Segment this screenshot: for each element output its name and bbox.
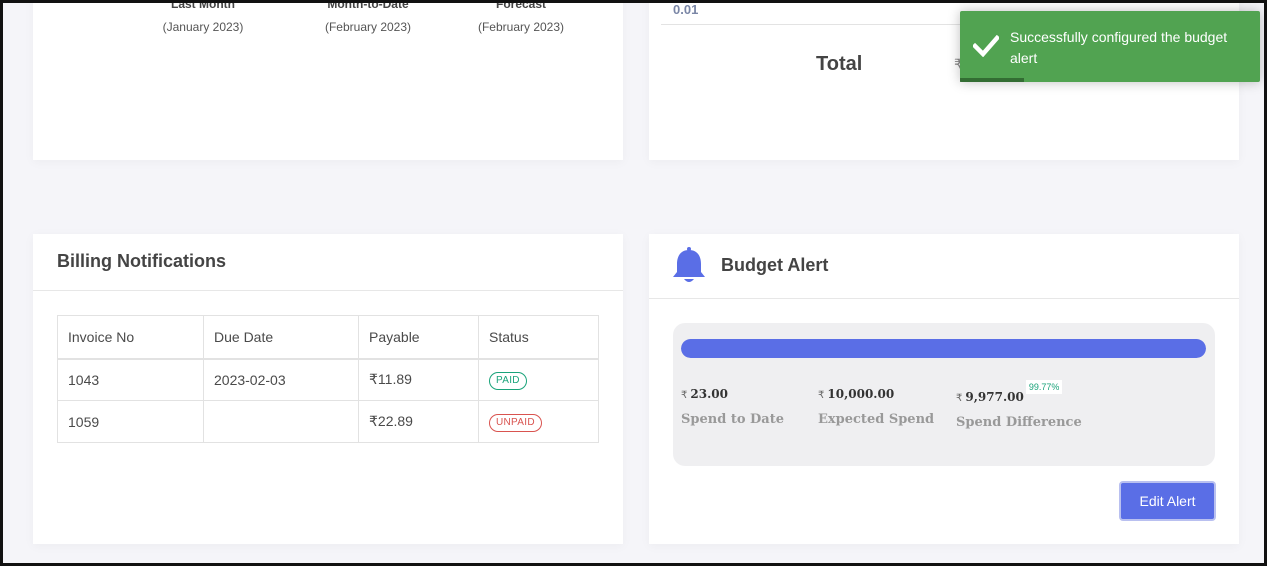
column-title: Last Month [171, 0, 235, 11]
column-subtitle: (February 2023) [324, 20, 412, 34]
table-row: 1043 2023-02-03 ₹11.89 PAID [57, 358, 599, 401]
currency-symbol: ₹ [818, 390, 825, 401]
spend-summary-card: Last Month (January 2023) Month-to-Date … [33, 0, 623, 160]
toast-message: Successfully configured the budget alert [1010, 29, 1228, 66]
card-title: Billing Notifications [57, 251, 226, 271]
stat-label: Expected Spend [818, 412, 935, 427]
column-header-payable: Payable [358, 315, 479, 360]
currency-symbol: ₹ [681, 390, 688, 401]
billing-notifications-card: Billing Notifications Invoice No Due Dat… [33, 234, 623, 544]
stat-label: Spend Difference [956, 415, 1082, 430]
toast-progress-bar [960, 78, 1024, 82]
column-title: Forecast [495, 0, 547, 11]
payable-cell: ₹22.89 [358, 400, 479, 443]
month-to-date-column: Month-to-Date (February 2023) [313, 0, 423, 34]
payable-cell: ₹11.89 [358, 358, 479, 401]
invoice-cell: 1043 [57, 358, 204, 401]
stat-value: 23.00 [690, 387, 728, 401]
table-row: 1059 ₹22.89 UNPAID [57, 400, 599, 443]
status-badge: PAID [489, 371, 527, 390]
column-header-invoice: Invoice No [57, 315, 204, 360]
forecast-column: Forecast (February 2023) [466, 0, 576, 34]
billing-table: Invoice No Due Date Payable Status 1043 … [57, 315, 599, 443]
spend-to-date-stat: ₹23.00 Spend to Date [681, 383, 784, 427]
bell-icon [673, 247, 705, 282]
column-header-due-date: Due Date [203, 315, 359, 360]
divider [33, 290, 623, 291]
due-date-cell: 2023-02-03 [203, 358, 359, 401]
success-toast[interactable]: Successfully configured the budget alert [960, 11, 1260, 82]
card-title: Budget Alert [721, 255, 829, 275]
last-month-column: Last Month (January 2023) [153, 0, 253, 34]
edit-alert-button[interactable]: Edit Alert [1119, 481, 1216, 521]
divider [649, 298, 1239, 299]
due-date-cell [203, 400, 359, 443]
stat-value: 10,000.00 [827, 387, 895, 401]
percent-badge: 99.77% [1025, 380, 1063, 394]
status-badge: UNPAID [489, 413, 542, 432]
expected-spend-stat: ₹10,000.00 Expected Spend [818, 383, 934, 427]
checkmark-icon [973, 35, 999, 57]
budget-alert-card: Budget Alert ₹23.00 Spend to Date ₹10,00… [649, 234, 1239, 544]
spend-difference-stat: ₹9,977.0099.77% Spend Difference [956, 380, 1082, 430]
column-header-status: Status [478, 315, 599, 360]
status-cell: UNPAID [478, 400, 599, 443]
currency-symbol: ₹ [956, 393, 963, 404]
stat-value: 9,977.00 [965, 390, 1024, 404]
column-title: Month-to-Date [327, 0, 409, 11]
stat-label: Spend to Date [681, 412, 784, 427]
budget-progress-bar [681, 339, 1206, 358]
table-header-row: Invoice No Due Date Payable Status [57, 315, 599, 360]
status-cell: PAID [478, 358, 599, 401]
axis-value: 0.01 [673, 2, 699, 17]
column-subtitle: (February 2023) [477, 20, 565, 34]
invoice-cell: 1059 [57, 400, 204, 443]
budget-summary-panel: ₹23.00 Spend to Date ₹10,000.00 Expected… [673, 323, 1215, 466]
column-subtitle: (January 2023) [162, 20, 244, 34]
budget-progress-fill [681, 339, 1206, 358]
total-label: Total [816, 53, 863, 75]
